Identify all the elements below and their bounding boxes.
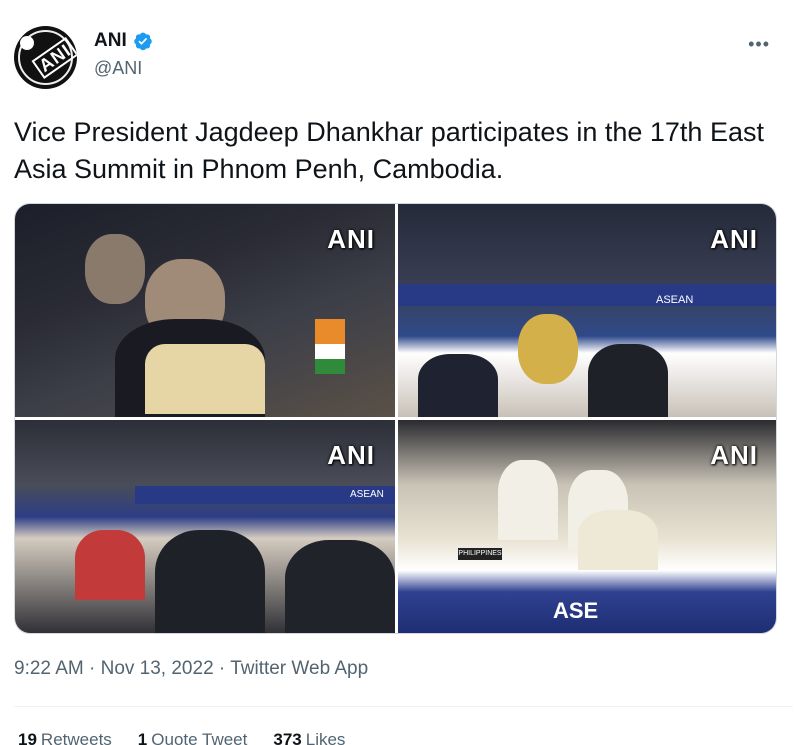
flag-green [315,359,345,374]
suit-shape [285,540,395,633]
media-grid: ANI ASEAN ANI ASEAN ANI PHILIPPINES ASE … [14,203,777,634]
photo-watermark: ANI [710,440,758,470]
retweets-stat[interactable]: 19 Retweets [18,730,112,745]
tweet-meta: 9:22 AM · Nov 13, 2022 · Twitter Web App [14,658,368,680]
person-shape [75,530,145,600]
photo-watermark: ANI [710,224,758,254]
meta-separator: · [213,658,231,679]
tweet-stats: 19 Retweets 1 Quote Tweet 373 Likes [18,730,345,745]
tweet-header: ANI ANI @ANI ••• [14,22,794,92]
banner-text: ASEAN [656,294,694,306]
meta-separator: · [83,658,101,679]
display-name[interactable]: ANI [94,30,127,52]
photo-watermark: ANI [327,440,375,470]
tweet-text: Vice President Jagdeep Dhankhar particip… [14,117,764,184]
retweets-label: Retweets [40,730,112,745]
tweet-date[interactable]: Nov 13, 2022 [101,658,214,679]
suit-shape [588,344,668,417]
person-shape [518,314,578,384]
likes-count: 373 [273,730,302,745]
photo-1[interactable]: ANI [15,204,395,417]
chair-shape [145,344,265,414]
photo-3[interactable]: ASEAN ANI [15,420,395,633]
likes-stat[interactable]: 373 Likes [273,730,345,745]
suit-shape [155,530,265,633]
retweets-count: 19 [18,730,37,745]
quotes-count: 1 [137,730,148,745]
table-banner [398,284,776,306]
quotes-stat[interactable]: 1 Quote Tweet [138,730,248,745]
account-handle[interactable]: @ANI [94,58,153,79]
more-options-icon[interactable]: ••• [748,34,770,55]
suit-shape [418,354,498,417]
display-name-row[interactable]: ANI [94,30,153,52]
account-names: ANI @ANI [94,30,153,79]
tweet-source[interactable]: Twitter Web App [230,658,368,679]
person-shape [498,460,558,540]
photo-2[interactable]: ASEAN ANI [398,204,776,417]
flag-white [315,344,345,359]
nameplate: PHILIPPINES [458,548,502,560]
photo-watermark: ANI [327,224,375,254]
banner-text: ASE [553,598,599,623]
avatar[interactable]: ANI [14,26,77,89]
photo-4[interactable]: PHILIPPINES ASE ANI [398,420,776,633]
quotes-label: Quote Tweet [151,730,248,745]
person-shape [578,510,658,570]
person-shape [85,234,145,304]
banner-text: ASEAN [350,489,384,500]
likes-label: Likes [305,730,346,745]
tweet-time[interactable]: 9:22 AM [14,658,84,679]
microphone-icon [20,36,34,50]
verified-badge-icon [133,32,152,51]
divider [14,706,793,707]
